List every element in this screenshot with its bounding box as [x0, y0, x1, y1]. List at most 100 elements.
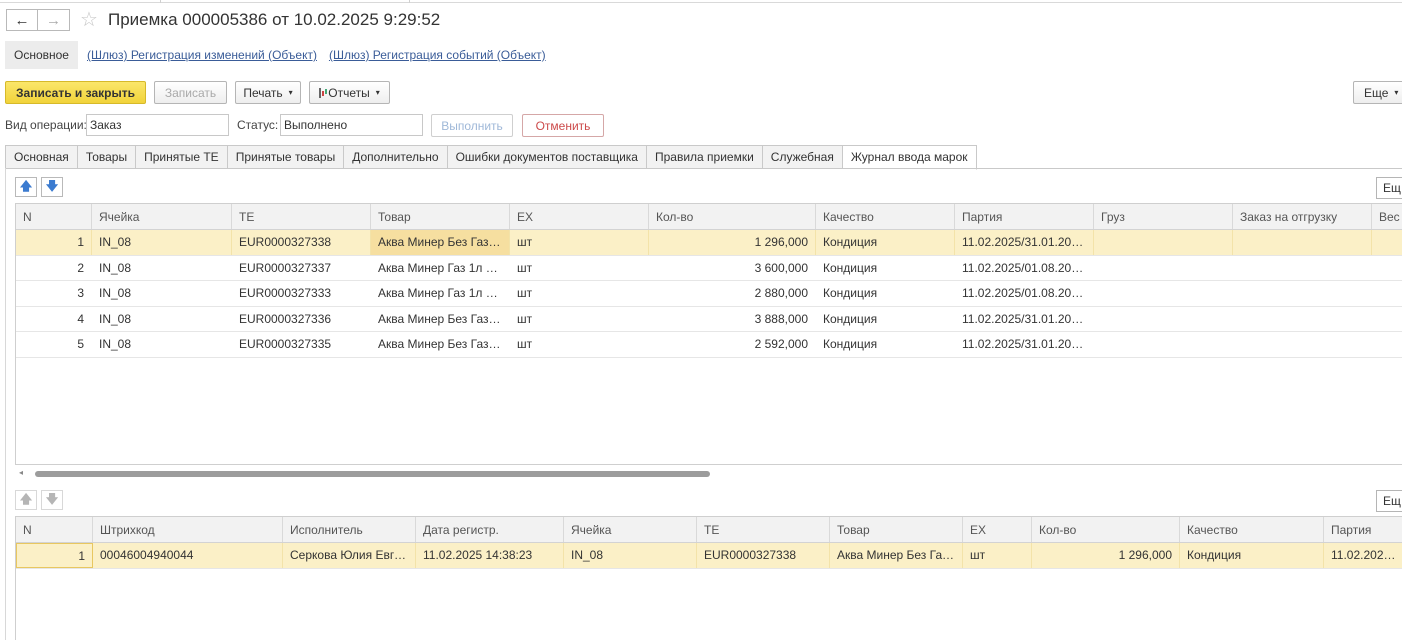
column-header[interactable]: ЕХ: [510, 204, 649, 229]
column-header[interactable]: ТЕ: [232, 204, 371, 229]
column-header[interactable]: Ячейка: [92, 204, 232, 229]
row-number[interactable]: 1: [16, 543, 93, 568]
cell-weight: [1372, 230, 1402, 255]
table-row[interactable]: 2 IN_08 EUR0000327337 Аква Минер Газ 1л …: [16, 256, 1402, 281]
cell-quantity: 1 296,000: [1032, 543, 1180, 568]
panel-left-border: [5, 168, 6, 640]
cancel-button[interactable]: Отменить: [522, 114, 604, 137]
column-header[interactable]: ЕХ: [963, 517, 1032, 542]
print-button[interactable]: Печать ▾: [235, 81, 301, 104]
report-chart-icon: [319, 87, 325, 98]
table-row[interactable]: 1 IN_08 EUR0000327338 Аква Минер Без Газ…: [16, 230, 1402, 256]
forward-icon[interactable]: →: [38, 9, 70, 31]
move-down-icon[interactable]: 🡇: [41, 177, 63, 197]
column-header[interactable]: Заказ на отгрузку: [1233, 204, 1372, 229]
column-header[interactable]: Вес: [1372, 204, 1402, 229]
window-tab-mark: [160, 0, 410, 3]
cell-te: EUR0000327338: [232, 230, 371, 255]
column-header[interactable]: Дата регистр.: [416, 517, 564, 542]
scroll-left-icon[interactable]: ◂: [19, 468, 23, 477]
cell-location: IN_08: [92, 230, 232, 255]
cell-product: Аква Минер Газ 1л П...: [378, 260, 505, 275]
back-icon[interactable]: ←: [6, 9, 38, 31]
cell-product: Аква Минер Без Газа...: [378, 337, 506, 351]
tab-main[interactable]: Основная: [5, 145, 78, 169]
column-header[interactable]: Партия: [1324, 517, 1402, 542]
upper-table-header: N Ячейка ТЕ Товар ЕХ Кол-во Качество Пар…: [16, 204, 1402, 230]
scrollbar-thumb[interactable]: [35, 471, 710, 477]
cell-location: IN_08: [99, 260, 132, 275]
cell-quantity: 2 592,000: [754, 337, 808, 351]
reports-button[interactable]: Отчеты ▾: [309, 81, 390, 104]
cell-quantity: 3 600,000: [754, 260, 808, 275]
column-header[interactable]: Качество: [816, 204, 955, 229]
column-header[interactable]: Качество: [1180, 517, 1324, 542]
column-header[interactable]: Товар: [830, 517, 963, 542]
table-row[interactable]: 3 IN_08 EUR0000327333 Аква Минер Газ 1л …: [16, 281, 1402, 307]
favorite-star-icon[interactable]: ☆: [80, 7, 98, 32]
status-field[interactable]: Выполнено: [280, 114, 423, 136]
save-and-close-label: Записать и закрыть: [16, 85, 135, 100]
column-header[interactable]: N: [16, 204, 92, 229]
lower-more-button[interactable]: Ещ: [1376, 490, 1402, 512]
tab-service[interactable]: Служебная: [762, 145, 843, 169]
section-link-changes[interactable]: (Шлюз) Регистрация изменений (Объект): [87, 41, 317, 69]
cell-te: EUR0000327338: [697, 543, 830, 568]
table-row[interactable]: 4 IN_08 EUR0000327336 Аква Минер Без Газ…: [16, 307, 1402, 332]
section-main[interactable]: Основное: [5, 41, 78, 69]
cell-cargo: [1094, 256, 1233, 281]
column-header[interactable]: Партия: [955, 204, 1094, 229]
cell-cargo: [1094, 281, 1233, 306]
save-and-close-button[interactable]: Записать и закрыть: [5, 81, 146, 104]
tab-accepted-te[interactable]: Принятые ТЕ: [136, 145, 228, 169]
cell-batch: 11.02.2025/31: [1324, 543, 1402, 568]
cell-quality: Кондиция: [823, 260, 878, 275]
column-header[interactable]: Исполнитель: [283, 517, 416, 542]
cell-batch: 11.02.2025/31.01.202...: [962, 311, 1088, 326]
save-button[interactable]: Записать: [154, 81, 227, 104]
move-up-icon[interactable]: 🡅: [15, 177, 37, 197]
tab-goods[interactable]: Товары: [77, 145, 137, 169]
cell-quality: Кондиция: [823, 337, 878, 351]
cell-cargo: [1094, 230, 1233, 255]
row-number: 4: [77, 311, 84, 326]
column-header[interactable]: N: [16, 517, 93, 542]
cell-executor: Серкова Юлия Евге...: [283, 543, 416, 568]
column-header[interactable]: Товар: [371, 204, 510, 229]
move-up-icon[interactable]: 🡅: [15, 490, 37, 510]
more-label: Еще: [1364, 85, 1389, 100]
table-row[interactable]: 1 00046004940044 Серкова Юлия Евге... 11…: [16, 543, 1402, 569]
print-label: Печать: [243, 85, 283, 100]
reports-label: Отчеты: [328, 85, 370, 100]
tab-additional[interactable]: Дополнительно: [344, 145, 448, 169]
execute-button[interactable]: Выполнить: [431, 114, 513, 137]
column-header[interactable]: ТЕ: [697, 517, 830, 542]
column-header[interactable]: Ячейка: [564, 517, 697, 542]
tab-supplier-doc-errors[interactable]: Ошибки документов поставщика: [447, 145, 647, 169]
cancel-label: Отменить: [535, 118, 591, 133]
cell-te: EUR0000327335: [239, 337, 332, 351]
upper-more-button[interactable]: Ещ: [1376, 177, 1402, 199]
chevron-down-icon: ▾: [288, 88, 293, 97]
cell-quantity: 3 888,000: [754, 311, 808, 326]
tab-accepted-goods[interactable]: Принятые товары: [227, 145, 345, 169]
horizontal-scrollbar[interactable]: ◂: [15, 468, 1402, 480]
section-link-events[interactable]: (Шлюз) Регистрация событий (Объект): [329, 41, 546, 69]
column-header[interactable]: Груз: [1094, 204, 1233, 229]
cell-cargo: [1094, 332, 1233, 357]
column-header[interactable]: Штрихкод: [93, 517, 283, 542]
chevron-down-icon: ▾: [375, 88, 380, 97]
cell-barcode: 00046004940044: [93, 543, 283, 568]
cell-product[interactable]: Аква Минер Без Газа...: [371, 230, 510, 255]
cell-product: Аква Минер Без Газа...: [378, 311, 506, 326]
tab-acceptance-rules[interactable]: Правила приемки: [646, 145, 763, 169]
operation-type-field[interactable]: Заказ: [86, 114, 229, 136]
tab-marks-journal[interactable]: Журнал ввода марок: [842, 145, 977, 170]
column-header[interactable]: Кол-во: [649, 204, 816, 229]
move-down-icon[interactable]: 🡇: [41, 490, 63, 510]
lower-table: N Штрихкод Исполнитель Дата регистр. Яче…: [15, 516, 1402, 640]
more-button[interactable]: Еще ▾: [1353, 81, 1402, 104]
table-row[interactable]: 5 IN_08 EUR0000327335 Аква Минер Без Газ…: [16, 332, 1402, 358]
column-header[interactable]: Кол-во: [1032, 517, 1180, 542]
cell-location: IN_08: [99, 286, 132, 300]
